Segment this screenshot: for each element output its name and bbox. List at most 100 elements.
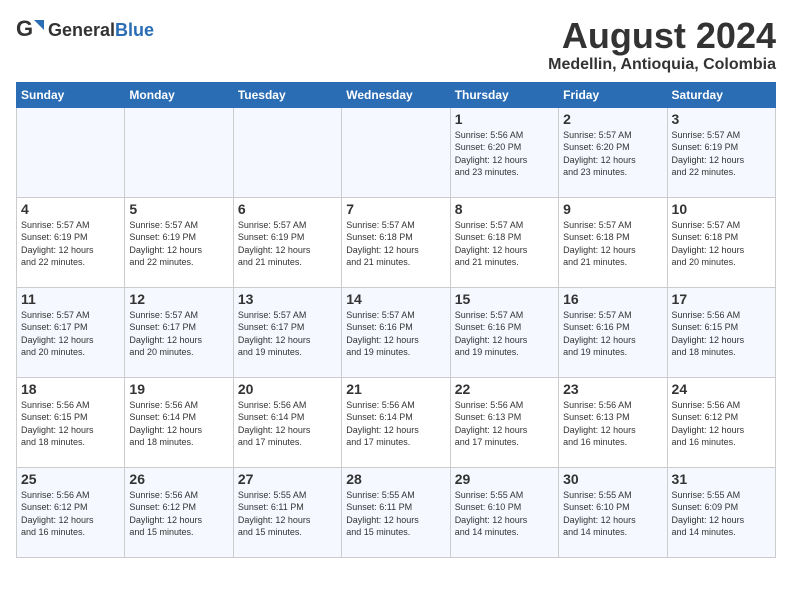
calendar-cell: 25 Sunrise: 5:56 AM Sunset: 6:12 PM Dayli…	[17, 467, 125, 557]
calendar-cell: 12 Sunrise: 5:57 AM Sunset: 6:17 PM Dayli…	[125, 287, 233, 377]
cell-day-number: 19	[129, 381, 228, 397]
cell-day-number: 14	[346, 291, 445, 307]
calendar-cell: 19 Sunrise: 5:56 AM Sunset: 6:14 PM Dayli…	[125, 377, 233, 467]
cell-day-number: 6	[238, 201, 337, 217]
cell-info: Sunrise: 5:56 AM Sunset: 6:13 PM Dayligh…	[455, 399, 554, 449]
day-header-wednesday: Wednesday	[342, 82, 450, 107]
svg-text:G: G	[16, 16, 33, 41]
cell-day-number: 22	[455, 381, 554, 397]
cell-info: Sunrise: 5:56 AM Sunset: 6:12 PM Dayligh…	[21, 489, 120, 539]
calendar-cell: 10 Sunrise: 5:57 AM Sunset: 6:18 PM Dayli…	[667, 197, 775, 287]
calendar-cell: 6 Sunrise: 5:57 AM Sunset: 6:19 PM Daylig…	[233, 197, 341, 287]
cell-info: Sunrise: 5:57 AM Sunset: 6:18 PM Dayligh…	[563, 219, 662, 269]
cell-day-number: 27	[238, 471, 337, 487]
cell-day-number: 2	[563, 111, 662, 127]
calendar-cell: 8Sunrise: 5:57 AM Sunset: 6:18 PM Daylig…	[450, 197, 558, 287]
calendar-cell: 30Sunrise: 5:55 AM Sunset: 6:10 PM Dayli…	[559, 467, 667, 557]
cell-day-number: 28	[346, 471, 445, 487]
cell-info: Sunrise: 5:56 AM Sunset: 6:13 PM Dayligh…	[563, 399, 662, 449]
cell-day-number: 21	[346, 381, 445, 397]
calendar-cell: 15 Sunrise: 5:57 AM Sunset: 6:16 PM Dayli…	[450, 287, 558, 377]
calendar-week-5: 25 Sunrise: 5:56 AM Sunset: 6:12 PM Dayli…	[17, 467, 776, 557]
cell-info: Sunrise: 5:57 AM Sunset: 6:16 PM Dayligh…	[346, 309, 445, 359]
calendar-cell: 13 Sunrise: 5:57 AM Sunset: 6:17 PM Dayli…	[233, 287, 341, 377]
calendar-table: SundayMondayTuesdayWednesdayThursdayFrid…	[16, 82, 776, 558]
cell-info: Sunrise: 5:57 AM Sunset: 6:17 PM Dayligh…	[129, 309, 228, 359]
cell-info: Sunrise: 5:56 AM Sunset: 6:14 PM Dayligh…	[129, 399, 228, 449]
cell-day-number: 13	[238, 291, 337, 307]
title-area: August 2024 Medellin, Antioquia, Colombi…	[548, 16, 776, 74]
calendar-week-2: 4 Sunrise: 5:57 AM Sunset: 6:19 PM Daylig…	[17, 197, 776, 287]
cell-day-number: 24	[672, 381, 771, 397]
page-title: August 2024	[548, 16, 776, 56]
cell-day-number: 31	[672, 471, 771, 487]
cell-day-number: 17	[672, 291, 771, 307]
calendar-cell: 24 Sunrise: 5:56 AM Sunset: 6:12 PM Dayli…	[667, 377, 775, 467]
page-header: G GeneralBlue August 2024 Medellin, Anti…	[16, 16, 776, 74]
cell-day-number: 11	[21, 291, 120, 307]
calendar-week-1: 1Sunrise: 5:56 AM Sunset: 6:20 PM Daylig…	[17, 107, 776, 197]
calendar-header: SundayMondayTuesdayWednesdayThursdayFrid…	[17, 82, 776, 107]
cell-day-number: 15	[455, 291, 554, 307]
cell-info: Sunrise: 5:57 AM Sunset: 6:16 PM Dayligh…	[455, 309, 554, 359]
calendar-cell: 11 Sunrise: 5:57 AM Sunset: 6:17 PM Dayli…	[17, 287, 125, 377]
cell-day-number: 18	[21, 381, 120, 397]
calendar-cell: 5Sunrise: 5:57 AM Sunset: 6:19 PM Daylig…	[125, 197, 233, 287]
cell-info: Sunrise: 5:57 AM Sunset: 6:19 PM Dayligh…	[129, 219, 228, 269]
calendar-cell: 23 Sunrise: 5:56 AM Sunset: 6:13 PM Dayli…	[559, 377, 667, 467]
calendar-cell	[233, 107, 341, 197]
cell-day-number: 12	[129, 291, 228, 307]
cell-info: Sunrise: 5:56 AM Sunset: 6:15 PM Dayligh…	[21, 399, 120, 449]
logo: G GeneralBlue	[16, 16, 154, 44]
cell-info: Sunrise: 5:56 AM Sunset: 6:12 PM Dayligh…	[672, 399, 771, 449]
calendar-cell: 28 Sunrise: 5:55 AM Sunset: 6:11 PM Dayli…	[342, 467, 450, 557]
cell-info: Sunrise: 5:57 AM Sunset: 6:16 PM Dayligh…	[563, 309, 662, 359]
cell-day-number: 23	[563, 381, 662, 397]
calendar-cell: 18 Sunrise: 5:56 AM Sunset: 6:15 PM Dayli…	[17, 377, 125, 467]
cell-day-number: 26	[129, 471, 228, 487]
cell-day-number: 7	[346, 201, 445, 217]
calendar-cell: 7 Sunrise: 5:57 AM Sunset: 6:18 PM Daylig…	[342, 197, 450, 287]
cell-info: Sunrise: 5:55 AM Sunset: 6:11 PM Dayligh…	[346, 489, 445, 539]
day-header-thursday: Thursday	[450, 82, 558, 107]
cell-info: Sunrise: 5:57 AM Sunset: 6:19 PM Dayligh…	[21, 219, 120, 269]
cell-info: Sunrise: 5:57 AM Sunset: 6:20 PM Dayligh…	[563, 129, 662, 179]
page-subtitle: Medellin, Antioquia, Colombia	[548, 56, 776, 74]
calendar-cell: 3Sunrise: 5:57 AM Sunset: 6:19 PM Daylig…	[667, 107, 775, 197]
calendar-cell: 2 Sunrise: 5:57 AM Sunset: 6:20 PM Daylig…	[559, 107, 667, 197]
cell-info: Sunrise: 5:57 AM Sunset: 6:17 PM Dayligh…	[238, 309, 337, 359]
calendar-cell: 9Sunrise: 5:57 AM Sunset: 6:18 PM Daylig…	[559, 197, 667, 287]
cell-info: Sunrise: 5:57 AM Sunset: 6:18 PM Dayligh…	[346, 219, 445, 269]
cell-info: Sunrise: 5:56 AM Sunset: 6:14 PM Dayligh…	[238, 399, 337, 449]
cell-info: Sunrise: 5:55 AM Sunset: 6:10 PM Dayligh…	[455, 489, 554, 539]
calendar-cell: 20 Sunrise: 5:56 AM Sunset: 6:14 PM Dayli…	[233, 377, 341, 467]
cell-day-number: 1	[455, 111, 554, 127]
cell-day-number: 4	[21, 201, 120, 217]
cell-info: Sunrise: 5:56 AM Sunset: 6:15 PM Dayligh…	[672, 309, 771, 359]
cell-day-number: 25	[21, 471, 120, 487]
calendar-cell: 31 Sunrise: 5:55 AM Sunset: 6:09 PM Dayli…	[667, 467, 775, 557]
calendar-cell	[342, 107, 450, 197]
calendar-cell	[125, 107, 233, 197]
cell-info: Sunrise: 5:55 AM Sunset: 6:10 PM Dayligh…	[563, 489, 662, 539]
calendar-week-4: 18 Sunrise: 5:56 AM Sunset: 6:15 PM Dayli…	[17, 377, 776, 467]
day-header-friday: Friday	[559, 82, 667, 107]
cell-day-number: 3	[672, 111, 771, 127]
calendar-cell	[17, 107, 125, 197]
day-header-saturday: Saturday	[667, 82, 775, 107]
calendar-cell: 17 Sunrise: 5:56 AM Sunset: 6:15 PM Dayli…	[667, 287, 775, 377]
cell-day-number: 10	[672, 201, 771, 217]
calendar-cell: 1Sunrise: 5:56 AM Sunset: 6:20 PM Daylig…	[450, 107, 558, 197]
logo-general: GeneralBlue	[48, 20, 154, 41]
cell-info: Sunrise: 5:57 AM Sunset: 6:17 PM Dayligh…	[21, 309, 120, 359]
calendar-cell: 26 Sunrise: 5:56 AM Sunset: 6:12 PM Dayli…	[125, 467, 233, 557]
cell-info: Sunrise: 5:55 AM Sunset: 6:09 PM Dayligh…	[672, 489, 771, 539]
cell-info: Sunrise: 5:55 AM Sunset: 6:11 PM Dayligh…	[238, 489, 337, 539]
cell-info: Sunrise: 5:57 AM Sunset: 6:19 PM Dayligh…	[238, 219, 337, 269]
cell-day-number: 20	[238, 381, 337, 397]
calendar-cell: 27 Sunrise: 5:55 AM Sunset: 6:11 PM Dayli…	[233, 467, 341, 557]
cell-info: Sunrise: 5:56 AM Sunset: 6:12 PM Dayligh…	[129, 489, 228, 539]
calendar-cell: 21Sunrise: 5:56 AM Sunset: 6:14 PM Dayli…	[342, 377, 450, 467]
cell-info: Sunrise: 5:57 AM Sunset: 6:18 PM Dayligh…	[672, 219, 771, 269]
cell-day-number: 16	[563, 291, 662, 307]
